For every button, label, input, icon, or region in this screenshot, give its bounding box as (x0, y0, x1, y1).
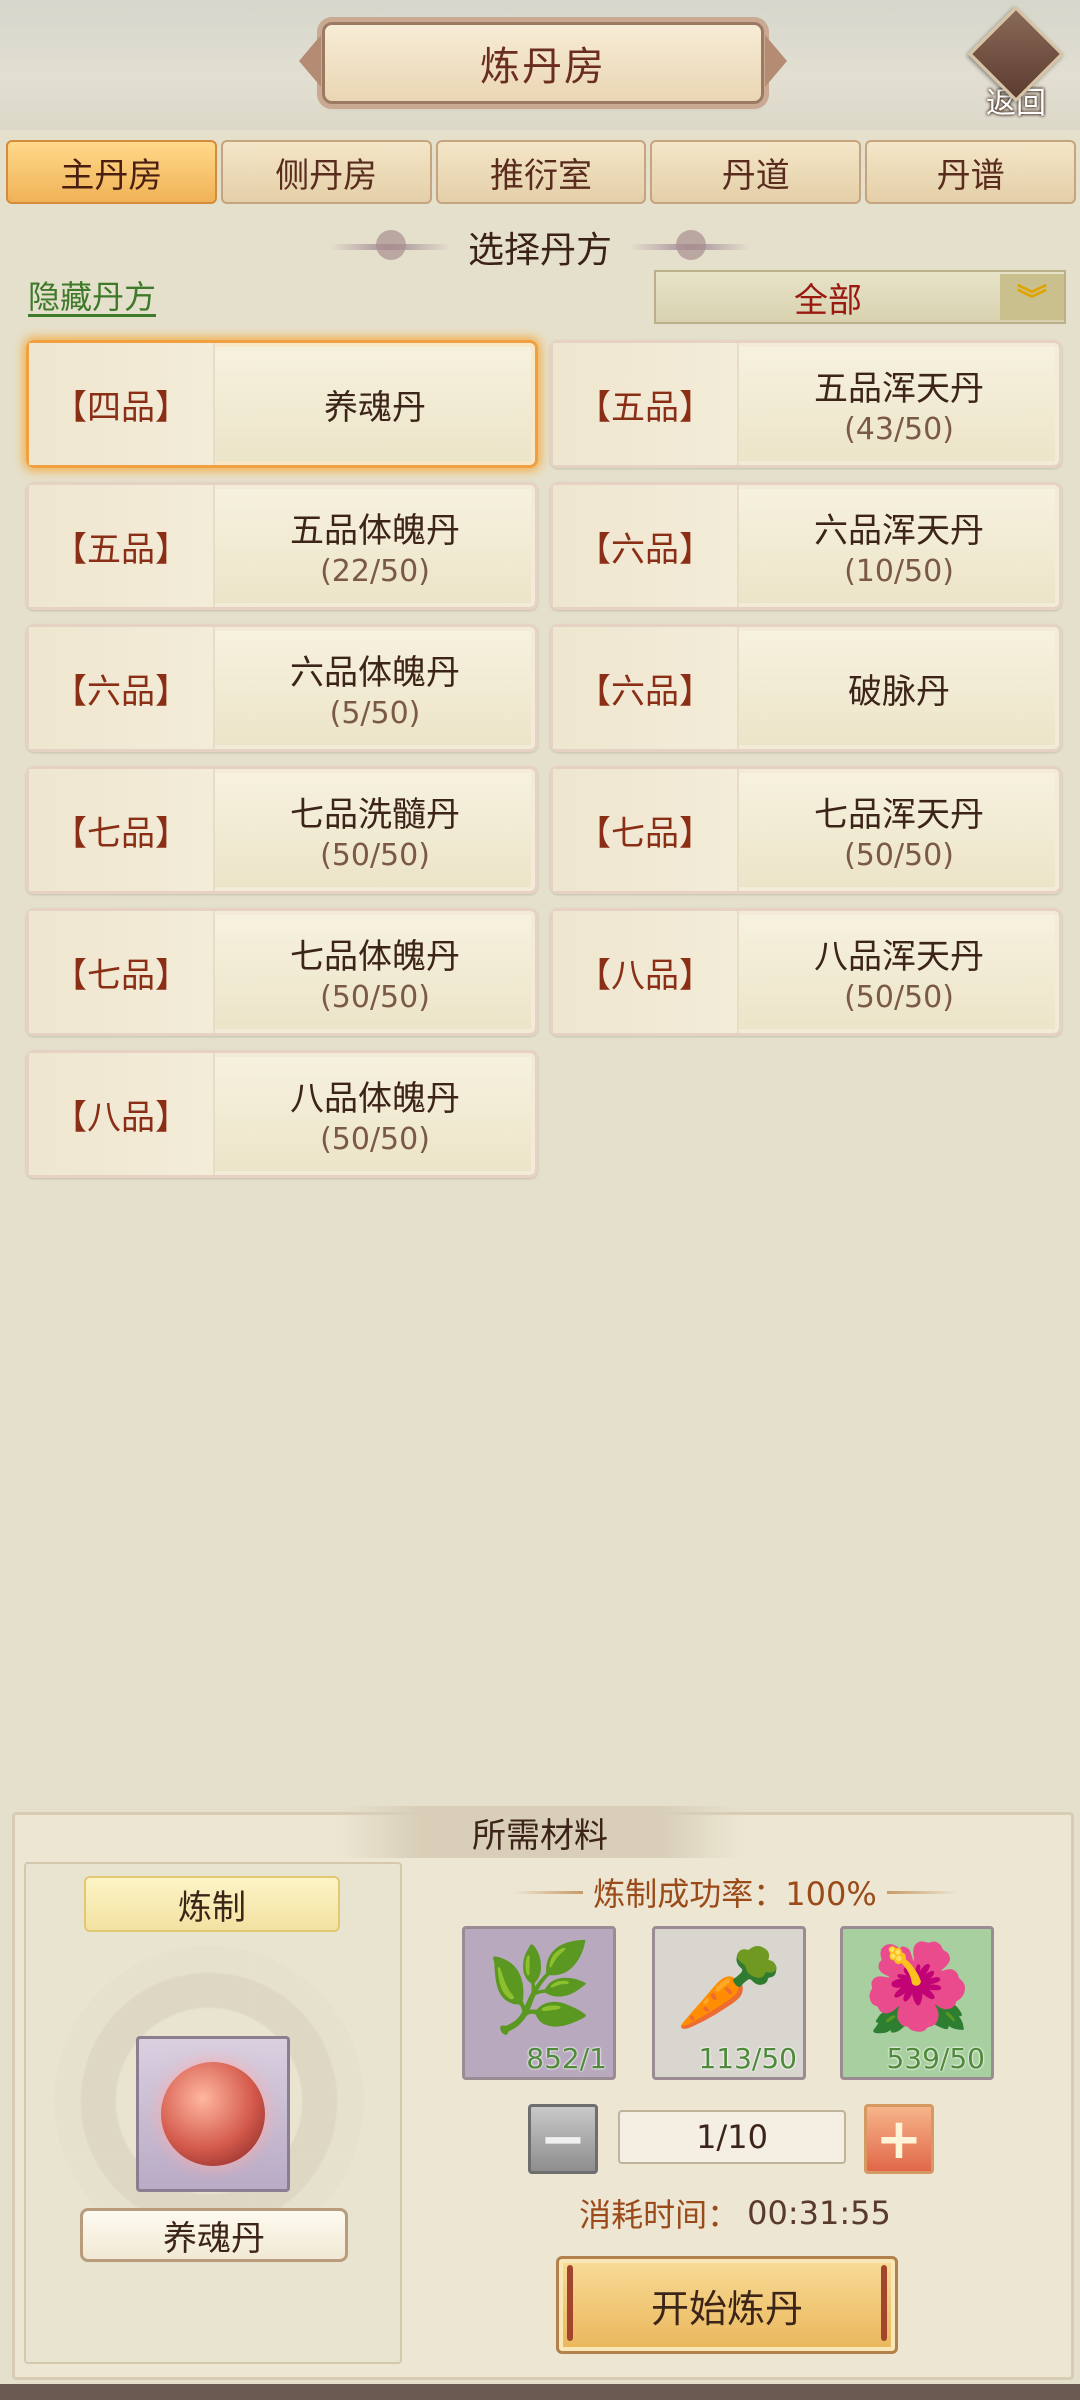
chevron-down-icon: ︾ (1000, 274, 1064, 320)
recipe-card[interactable]: 【五品】 五品浑天丹 (43/50) (550, 340, 1062, 468)
recipe-card[interactable]: 【七品】 七品体魄丹 (50/50) (26, 908, 538, 1036)
craft-label: 炼制 (84, 1876, 340, 1932)
recipe-name: 七品体魄丹 (290, 937, 460, 977)
recipe-count: (50/50) (320, 980, 430, 1015)
tab-bar: 主丹房 侧丹房 推衍室 丹道 丹谱 (6, 140, 1076, 204)
recipe-count: (50/50) (844, 838, 954, 873)
recipe-grade: 【八品】 (553, 911, 739, 1033)
ginseng-root-icon: 🥕 (675, 1938, 783, 2038)
recipe-card[interactable]: 【六品】 六品浑天丹 (10/50) (550, 482, 1062, 610)
recipe-name: 五品浑天丹 (814, 369, 984, 409)
recipe-count: (5/50) (329, 696, 421, 731)
recipe-grade: 【八品】 (29, 1053, 215, 1175)
time-cost: 消耗时间： 00:31:55 (420, 2190, 1050, 2236)
recipe-count: (22/50) (320, 554, 430, 589)
recipe-name: 七品洗髓丹 (290, 795, 460, 835)
quantity-field[interactable]: 1/10 (618, 2110, 846, 2164)
recipe-name: 七品浑天丹 (814, 795, 984, 835)
recipe-grade: 【六品】 (29, 627, 215, 749)
material-slot[interactable]: 🌺 539/50 (840, 1926, 994, 2080)
recipe-card[interactable]: 【六品】 破脉丹 (550, 624, 1062, 752)
material-slot[interactable]: 🥕 113/50 (652, 1926, 806, 2080)
material-slot[interactable]: 🌿 852/1 (462, 1926, 616, 2080)
minus-icon: − (539, 2106, 587, 2172)
grade-filter-dropdown[interactable]: 全部 ︾ (654, 270, 1066, 324)
recipe-grade: 【四品】 (29, 343, 215, 465)
filter-value: 全部 (794, 280, 862, 321)
material-qty: 539/50 (886, 2042, 985, 2075)
recipe-name: 六品体魄丹 (290, 653, 460, 693)
recipe-name: 五品体魄丹 (290, 511, 460, 551)
bottom-edge (0, 2384, 1080, 2400)
recipe-card[interactable]: 【六品】 六品体魄丹 (5/50) (26, 624, 538, 752)
pill-orb-icon (161, 2062, 265, 2166)
recipe-grade: 【六品】 (553, 485, 739, 607)
recipe-grade: 【七品】 (29, 769, 215, 891)
tab-pill-dao[interactable]: 丹道 (650, 140, 862, 204)
hide-recipe-link[interactable]: 隐藏丹方 (28, 272, 156, 318)
ornament-left-icon (329, 230, 450, 260)
start-alchemy-button[interactable]: 开始炼丹 (556, 2256, 898, 2354)
recipe-name: 破脉丹 (848, 671, 950, 712)
recipe-card[interactable]: 【四品】 养魂丹 (26, 340, 538, 468)
purple-flower-icon: 🌺 (863, 1938, 971, 2038)
herb-cluster-icon: 🌿 (485, 1938, 593, 2038)
recipe-name: 六品浑天丹 (814, 511, 984, 551)
back-arrow-icon (967, 5, 1065, 103)
recipe-grade: 【六品】 (553, 627, 739, 749)
plus-icon: + (875, 2106, 923, 2172)
page-title: 炼丹房 (299, 22, 787, 104)
recipe-card[interactable]: 【八品】 八品体魄丹 (50/50) (26, 1050, 538, 1178)
selected-pill-name: 养魂丹 (80, 2208, 348, 2262)
ornament-right-icon (630, 230, 750, 260)
decrease-button[interactable]: − (528, 2104, 598, 2174)
time-value: 00:31:55 (747, 2194, 891, 2232)
back-button[interactable]: 返回 (966, 5, 1066, 124)
recipe-name: 养魂丹 (324, 387, 426, 428)
recipe-count: (43/50) (844, 412, 954, 447)
tab-pill-manual[interactable]: 丹谱 (865, 140, 1076, 204)
tab-main-room[interactable]: 主丹房 (6, 140, 217, 204)
material-qty: 852/1 (526, 2042, 607, 2075)
recipe-count: (50/50) (320, 838, 430, 873)
ornament-line-icon (886, 1890, 957, 1894)
time-label: 消耗时间： (579, 2196, 740, 2234)
recipe-grade: 【七品】 (29, 911, 215, 1033)
recipe-name: 八品体魄丹 (290, 1079, 460, 1119)
recipe-name: 八品浑天丹 (814, 937, 984, 977)
recipe-count: (10/50) (844, 554, 954, 589)
recipe-card[interactable]: 【七品】 七品洗髓丹 (50/50) (26, 766, 538, 894)
recipe-card[interactable]: 【五品】 五品体魄丹 (22/50) (26, 482, 538, 610)
recipe-count: (50/50) (844, 980, 954, 1015)
recipe-grade: 【五品】 (553, 343, 739, 465)
recipe-card[interactable]: 【七品】 七品浑天丹 (50/50) (550, 766, 1062, 894)
material-qty: 113/50 (698, 2042, 797, 2075)
materials-title: 所需材料 (340, 1806, 740, 1858)
selected-pill-slot[interactable] (136, 2036, 290, 2192)
select-recipe-title: 选择丹方 (0, 218, 1080, 276)
tab-side-room[interactable]: 侧丹房 (220, 140, 432, 204)
ornament-line-icon (513, 1890, 584, 1894)
recipe-card[interactable]: 【八品】 八品浑天丹 (50/50) (550, 908, 1062, 1036)
recipe-grade: 【七品】 (553, 769, 739, 891)
increase-button[interactable]: + (864, 2104, 934, 2174)
success-rate: 炼制成功率：100% (420, 1870, 1050, 1914)
recipe-grade: 【五品】 (29, 485, 215, 607)
recipe-count: (50/50) (320, 1122, 430, 1157)
tab-deduction-room[interactable]: 推衍室 (435, 140, 647, 204)
